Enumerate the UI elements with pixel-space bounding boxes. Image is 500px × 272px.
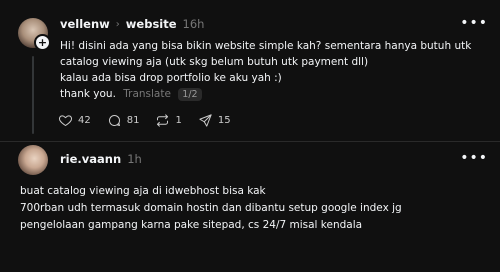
post-line: catalog viewing aja (utk skg belum butuh… — [60, 56, 369, 68]
like-count: 42 — [78, 115, 91, 126]
post-line: buat catalog viewing aja di idwebhost bi… — [20, 185, 266, 197]
original-post: + vellenw › website 16h ••• Hi! disini a… — [0, 0, 500, 150]
send-icon — [199, 114, 212, 127]
comment-icon — [108, 115, 120, 126]
community-name[interactable]: website — [126, 17, 177, 31]
post-header: rie.vaann 1h — [60, 152, 142, 166]
post-line: thank you. — [60, 88, 116, 100]
post-line: Hi! disini ada yang bisa bikin website s… — [60, 40, 472, 52]
avatar[interactable] — [18, 145, 48, 175]
translate-link[interactable]: Translate — [123, 88, 171, 100]
repost-count: 1 — [175, 115, 182, 126]
post-actions: 42 81 1 15 — [58, 113, 231, 128]
repost-icon — [157, 114, 169, 127]
repost-button[interactable]: 1 — [155, 113, 182, 128]
post-body: Hi! disini ada yang bisa bikin website s… — [60, 38, 471, 102]
reply-post: rie.vaann 1h ••• buat catalog viewing aj… — [0, 142, 500, 272]
author-avatar-wrap[interactable]: + — [18, 18, 51, 51]
more-horizontal-icon[interactable]: ••• — [460, 16, 488, 30]
post-line-last: thank you. Translate 1/2 — [60, 86, 471, 102]
more-horizontal-icon[interactable]: ••• — [460, 151, 488, 165]
author-avatar-wrap[interactable] — [18, 145, 48, 175]
post-line: 700rban udh termasuk domain hostin dan d… — [20, 202, 402, 214]
share-count: 15 — [217, 115, 231, 126]
timestamp[interactable]: 16h — [183, 17, 205, 31]
chevron-right-icon: › — [115, 18, 120, 30]
username[interactable]: rie.vaann — [60, 152, 121, 166]
post-body: buat catalog viewing aja di idwebhost bi… — [20, 183, 402, 234]
comment-count: 81 — [126, 115, 140, 126]
post-line: pengelolaan gampang karna pake sitepad, … — [20, 219, 363, 231]
timestamp[interactable]: 1h — [127, 152, 142, 166]
page-indicator[interactable]: 1/2 — [178, 88, 202, 101]
comment-button[interactable]: 81 — [107, 113, 140, 128]
post-header: vellenw › website 16h — [60, 17, 204, 31]
follow-plus-icon[interactable]: + — [34, 34, 51, 51]
post-line: kalau ada bisa drop portfolio ke aku yah… — [60, 72, 282, 84]
username[interactable]: vellenw — [60, 17, 110, 31]
share-button[interactable]: 15 — [198, 113, 231, 128]
heart-icon — [58, 115, 73, 126]
like-button[interactable]: 42 — [58, 113, 91, 128]
thread-line — [32, 56, 34, 134]
